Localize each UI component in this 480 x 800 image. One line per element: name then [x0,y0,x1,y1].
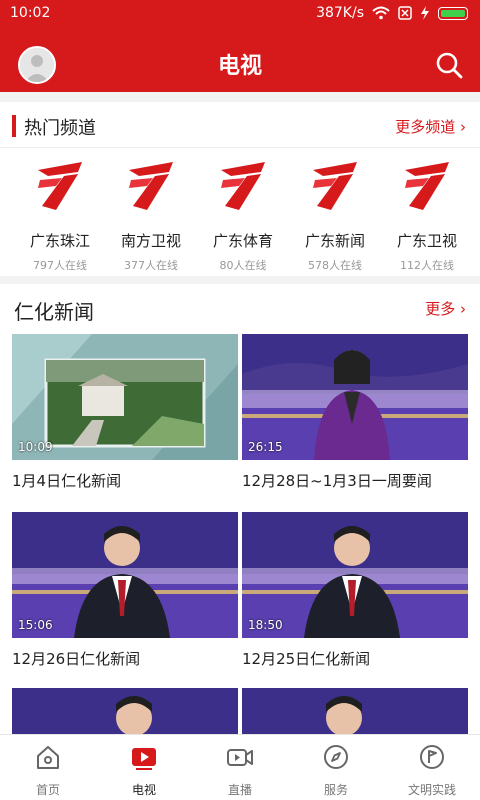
status-time: 10:02 [10,5,51,21]
live-camera-icon [227,749,253,766]
channel-logo-icon [313,162,357,210]
channel-online-count: 377人在线 [124,259,178,272]
tab-label: 首页 [35,783,60,797]
network-speed: 387K/s [316,5,364,21]
tab-label: 服务 [323,783,348,797]
home-icon [37,746,59,769]
more-channels-link[interactable]: 更多频道 › [395,116,466,137]
channel-name: 广东卫视 [396,232,457,250]
channel-item[interactable]: 广东体育 80人在线 [197,160,289,273]
channel-online-count: 578人在线 [308,259,362,272]
wifi-icon [372,6,390,20]
channel-item[interactable]: 南方卫视 377人在线 [105,160,197,273]
news-title: 12月25日仁化新闻 [242,650,371,668]
channel-name: 南方卫视 [120,232,181,250]
tv-play-icon [132,748,156,770]
tab-live[interactable]: 直播 [192,735,288,800]
video-duration: 10:09 [18,440,53,454]
news-grid: 10:09 1月4日仁化新闻 26:15 12月28日~1月3日一周要闻 15:… [0,334,480,734]
video-thumbnail: 15:06 [12,512,238,638]
status-bar: 10:02 387K/s [0,0,480,28]
sim-icon [398,6,412,20]
tab-civilization[interactable]: 文明实践 [384,735,480,800]
app-header: 电视 [0,28,480,92]
channel-item[interactable]: 广东卫视 112人在线 [381,160,473,273]
news-card[interactable] [242,688,468,734]
page-title: 电视 [217,54,262,79]
divider [0,276,480,284]
channel-name: 广东体育 [212,232,273,250]
news-section-title: 仁化新闻 [14,300,94,324]
channel-item[interactable]: 广东新闻 578人在线 [289,160,381,273]
hot-channels-title: 热门频道 [24,118,96,139]
channel-online-count: 80人在线 [219,259,267,272]
channel-online-count: 112人在线 [400,259,454,272]
flag-circle-icon [420,745,444,769]
channel-name: 广东新闻 [304,232,365,250]
section-marker [12,115,16,137]
compass-icon [324,745,348,769]
video-duration: 18:50 [248,618,283,632]
video-thumbnail [242,688,468,734]
video-duration: 15:06 [18,618,53,632]
news-card[interactable]: 26:15 12月28日~1月3日一周要闻 [242,334,468,491]
news-title: 12月26日仁化新闻 [12,650,141,668]
charging-icon [421,6,429,20]
news-card[interactable] [12,688,238,734]
tab-tv[interactable]: 电视 [96,735,192,800]
news-title: 12月28日~1月3日一周要闻 [242,472,432,490]
news-card[interactable]: 15:06 12月26日仁化新闻 [12,512,238,669]
news-section-header: 仁化新闻 更多 › [0,284,480,332]
video-thumbnail: 18:50 [242,512,468,638]
hot-channels-header: 热门频道 更多频道 › [0,102,480,148]
video-duration: 26:15 [248,440,283,454]
channel-logo-icon [405,162,449,210]
tab-label: 文明实践 [407,783,456,797]
news-title: 1月4日仁化新闻 [12,472,122,490]
channel-logo-icon [221,162,265,210]
search-icon[interactable] [434,50,464,80]
news-card[interactable]: 18:50 12月25日仁化新闻 [242,512,468,669]
channel-logo-icon [129,162,173,210]
news-card[interactable]: 10:09 1月4日仁化新闻 [12,334,238,491]
channel-name: 广东珠江 [29,232,90,250]
tab-label: 直播 [227,783,252,797]
channel-online-count: 797人在线 [33,259,87,272]
more-news-link[interactable]: 更多 › [425,298,466,319]
bottom-tab-bar: 首页 电视 直播 服务 文明实践 [0,734,480,800]
divider [0,92,480,102]
battery-icon [438,6,468,20]
channel-logo-icon [38,162,82,210]
tab-home[interactable]: 首页 [0,735,96,800]
tab-label: 电视 [131,783,156,797]
channel-item[interactable]: 广东珠江 797人在线 [14,160,106,273]
tab-service[interactable]: 服务 [288,735,384,800]
video-thumbnail: 10:09 [12,334,238,460]
channel-list: 广东珠江 797人在线 南方卫视 377人在线 广东体育 80人在线 广东新闻 … [0,160,480,273]
video-thumbnail [12,688,238,734]
video-thumbnail: 26:15 [242,334,468,460]
